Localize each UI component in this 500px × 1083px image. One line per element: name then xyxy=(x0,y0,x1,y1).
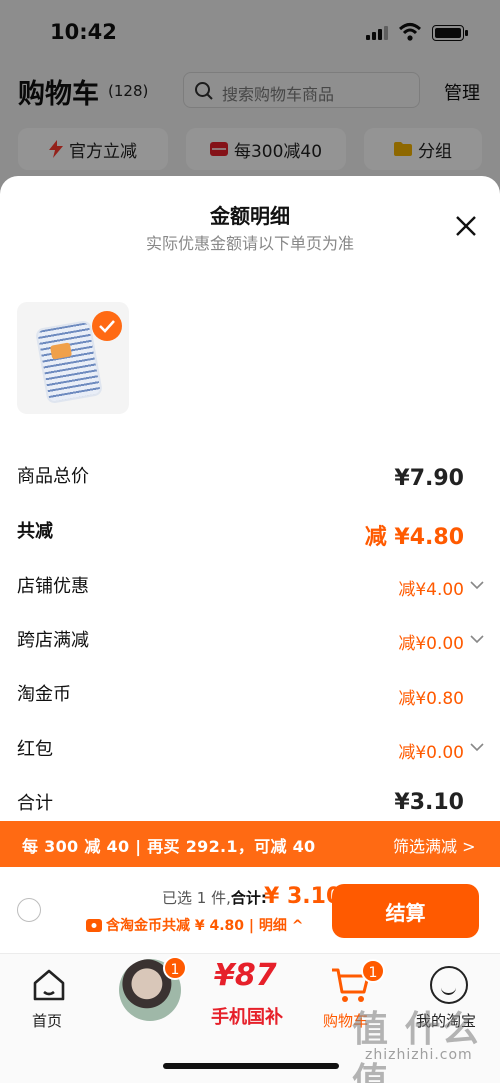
coupon-icon xyxy=(86,918,102,932)
row-label-sum: 合计 xyxy=(17,793,53,814)
row-label-store-discount[interactable]: 店铺优惠 xyxy=(17,572,89,598)
promo-price[interactable]: ¥87 xyxy=(214,958,277,993)
checkout-total: ¥ 3.10 xyxy=(264,884,342,909)
close-icon[interactable] xyxy=(452,212,480,240)
row-value-total-reduction: 减 ¥4.80 xyxy=(364,525,464,550)
home-icon[interactable] xyxy=(30,966,68,1004)
chevron-down-icon[interactable] xyxy=(470,634,484,644)
tab-phone-subsidy[interactable]: 手机国补 xyxy=(211,1003,283,1029)
sheet-title: 金额明细 xyxy=(210,204,290,228)
selected-check-icon[interactable] xyxy=(92,311,122,341)
chevron-down-icon[interactable] xyxy=(470,742,484,752)
chevron-down-icon[interactable] xyxy=(470,580,484,590)
row-label-cross-store[interactable]: 跨店满减 xyxy=(17,626,89,652)
selected-count: 已选 1 件,合计: xyxy=(162,889,267,907)
select-all-radio[interactable] xyxy=(17,898,41,922)
row-value-sum: ¥3.10 xyxy=(394,790,464,815)
avatar-badge: 1 xyxy=(163,956,187,980)
gold-coin-detail-toggle[interactable]: 含淘金币共减 ¥ 4.80 | 明细 ^ xyxy=(86,915,304,935)
row-value-store-discount: 减¥4.00 xyxy=(398,580,464,600)
watermark-url: zhizhizhi.com xyxy=(365,1047,473,1063)
row-label-total-reduction: 共减 xyxy=(17,521,53,542)
watermark-logo: 值 什么值 xyxy=(352,1009,481,1083)
overlay-dim[interactable] xyxy=(0,0,500,200)
sheet-subtitle: 实际优惠金额请以下单页为准 xyxy=(145,234,354,253)
row-label-red-packet[interactable]: 红包 xyxy=(17,735,53,761)
checkout-button[interactable]: 结算 xyxy=(332,884,479,938)
row-value-red-packet: 减¥0.00 xyxy=(398,743,464,763)
row-label-gold-coins: 淘金币 xyxy=(17,684,71,705)
row-value-gold-coins: 减¥0.80 xyxy=(398,689,464,709)
promo-strip[interactable]: 每 300 减 40 | 再买 292.1，可减 40 筛选满减 > xyxy=(0,821,500,867)
row-value-cross-store: 减¥0.00 xyxy=(398,634,464,654)
tab-home[interactable]: 首页 xyxy=(32,1010,62,1031)
profile-icon[interactable] xyxy=(430,966,468,1004)
filter-full-reduction-link[interactable]: 筛选满减 > xyxy=(393,833,476,857)
promo-text: 每 300 减 40 | 再买 292.1，可减 40 xyxy=(22,837,316,856)
row-value-total-price: ¥7.90 xyxy=(394,466,464,491)
gold-coin-note: 含淘金币共减 ¥ 4.80 | 明细 ^ xyxy=(106,918,304,934)
cart-badge: 1 xyxy=(361,959,385,983)
row-label-total-price: 商品总价 xyxy=(17,466,89,487)
home-indicator[interactable] xyxy=(163,1063,339,1069)
